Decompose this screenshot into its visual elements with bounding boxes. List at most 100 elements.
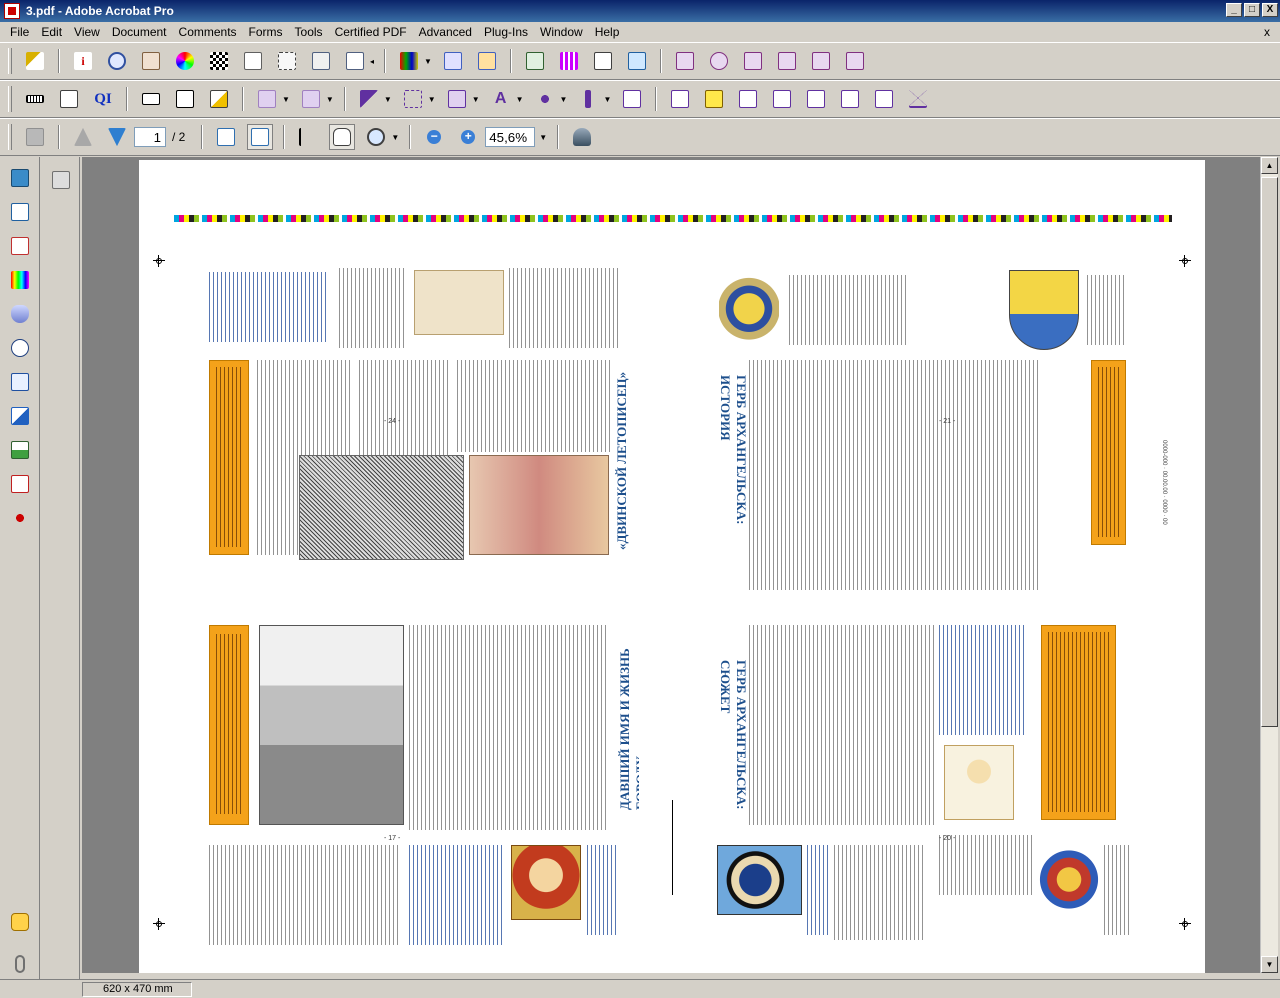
plugin-button-2[interactable] [706, 48, 732, 74]
zoom-tool-button[interactable] [363, 124, 389, 150]
pages-tool-button[interactable] [7, 369, 33, 395]
plugin-button-6[interactable] [842, 48, 868, 74]
convert-colors-button[interactable] [396, 48, 422, 74]
toolbar-grip[interactable] [8, 124, 12, 150]
signatures-panel-button[interactable] [7, 233, 33, 259]
transform-button[interactable] [444, 86, 470, 112]
pdf-panel-button[interactable] [7, 471, 33, 497]
zoom-out-button[interactable]: − [421, 124, 447, 150]
pages-button[interactable] [240, 48, 266, 74]
target-panel-button[interactable] [7, 335, 33, 361]
attachments-panel-button[interactable] [7, 951, 33, 977]
plugin-button-1[interactable] [672, 48, 698, 74]
dropdown-arrow-icon[interactable]: ▼ [603, 95, 611, 104]
menu-plug-ins[interactable]: Plug-Ins [478, 25, 534, 39]
page-number-button[interactable] [172, 86, 198, 112]
color-panel-button[interactable] [7, 267, 33, 293]
flask-panel-button[interactable] [7, 301, 33, 327]
menu-edit[interactable]: Edit [35, 25, 68, 39]
warning-button[interactable] [905, 86, 931, 112]
select-text-button[interactable] [295, 124, 321, 150]
menu-window[interactable]: Window [534, 25, 589, 39]
read-mode-button[interactable] [569, 124, 595, 150]
marquee-button[interactable] [400, 86, 426, 112]
maximize-button[interactable]: □ [1244, 3, 1260, 17]
color-button[interactable] [172, 48, 198, 74]
menu-advanced[interactable]: Advanced [413, 25, 478, 39]
page-thumbnails-button[interactable] [48, 167, 74, 193]
dropdown-arrow-icon[interactable]: ▼ [560, 95, 568, 104]
dropdown-arrow-icon[interactable]: ▼ [516, 95, 524, 104]
prepress-button-7[interactable] [871, 86, 897, 112]
menu-help[interactable]: Help [589, 25, 626, 39]
imposition-button[interactable] [254, 86, 280, 112]
qi-button[interactable]: QI [90, 86, 116, 112]
pdf-page[interactable]: «ДВИНСКОЙ ЛЕТОПИСЕЦ» - 24 - ГЕРБ АРХАНГЕ… [139, 160, 1205, 973]
dropdown-arrow-icon[interactable]: ▼ [428, 95, 436, 104]
pen-tool-button[interactable] [532, 86, 558, 112]
toolbar-grip[interactable] [8, 48, 12, 74]
scroll-thumb[interactable] [1261, 177, 1278, 727]
prepress-button-6[interactable] [837, 86, 863, 112]
menu-tools[interactable]: Tools [289, 25, 329, 39]
dropdown-arrow-icon[interactable]: ▼ [282, 95, 290, 104]
edit-panel-button[interactable] [7, 403, 33, 429]
dropdown-arrow-icon[interactable]: ◂ [370, 57, 374, 66]
trim-button[interactable] [522, 48, 548, 74]
menu-comments[interactable]: Comments [173, 25, 243, 39]
zoom-in-button[interactable]: + [455, 124, 481, 150]
dropdown-arrow-icon[interactable]: ▼ [384, 95, 392, 104]
menu-certified-pdf[interactable]: Certified PDF [329, 25, 413, 39]
vertical-scrollbar[interactable]: ▲ ▼ [1260, 157, 1278, 973]
layers-panel-button[interactable] [7, 199, 33, 225]
menu-file[interactable]: File [4, 25, 35, 39]
output-preview-button[interactable] [474, 48, 500, 74]
menu-document[interactable]: Document [106, 25, 173, 39]
comment-note-button[interactable] [701, 86, 727, 112]
minimize-button[interactable]: _ [1226, 3, 1242, 17]
scroll-up-button[interactable]: ▲ [1261, 157, 1278, 174]
download-panel-button[interactable] [7, 437, 33, 463]
link-panel-button[interactable] [7, 505, 33, 531]
ruler-button[interactable] [22, 86, 48, 112]
prepress-button-5[interactable] [803, 86, 829, 112]
fix-hairlines-button[interactable] [590, 48, 616, 74]
close-button[interactable]: X [1262, 3, 1278, 17]
document-close-button[interactable]: x [1260, 25, 1274, 39]
textfield-button[interactable] [138, 86, 164, 112]
zoom-dropdown-icon[interactable]: ▼ [539, 133, 547, 142]
pages-panel-button[interactable] [7, 165, 33, 191]
dropdown-arrow-icon[interactable]: ▼ [391, 133, 399, 142]
edit-form-button[interactable] [206, 86, 232, 112]
dropdown-arrow-icon[interactable]: ▼ [472, 95, 480, 104]
info-button[interactable]: i [70, 48, 96, 74]
menu-view[interactable]: View [68, 25, 106, 39]
page-number-input[interactable] [134, 127, 166, 147]
toolbar-grip[interactable] [8, 86, 12, 112]
imposition-button-2[interactable] [298, 86, 324, 112]
fit-width-button[interactable] [213, 124, 239, 150]
dropdown-arrow-icon[interactable]: ▼ [326, 95, 334, 104]
previous-page-button[interactable] [70, 124, 96, 150]
plugin-button-4[interactable] [774, 48, 800, 74]
prepress-button-4[interactable] [769, 86, 795, 112]
marks-button[interactable] [556, 48, 582, 74]
text-tool-button[interactable]: A [488, 86, 514, 112]
touchup-button[interactable] [138, 48, 164, 74]
plugin-button-5[interactable] [808, 48, 834, 74]
key-tool-button[interactable] [22, 48, 48, 74]
menu-forms[interactable]: Forms [243, 25, 289, 39]
plugin-button-3[interactable] [740, 48, 766, 74]
comments-panel-button[interactable] [7, 909, 33, 935]
save-button[interactable] [22, 124, 48, 150]
crop-button[interactable] [274, 48, 300, 74]
scroll-down-button[interactable]: ▼ [1261, 956, 1278, 973]
preflight-button[interactable] [440, 48, 466, 74]
flatten-button[interactable] [624, 48, 650, 74]
zoom-level-input[interactable] [485, 127, 536, 147]
hand-tool-button[interactable] [329, 124, 356, 150]
text-edit-button[interactable] [56, 86, 82, 112]
document-viewport[interactable]: «ДВИНСКОЙ ЛЕТОПИСЕЦ» - 24 - ГЕРБ АРХАНГЕ… [82, 157, 1260, 973]
select-arrow-button[interactable] [356, 86, 382, 112]
prepress-button-2[interactable] [667, 86, 693, 112]
